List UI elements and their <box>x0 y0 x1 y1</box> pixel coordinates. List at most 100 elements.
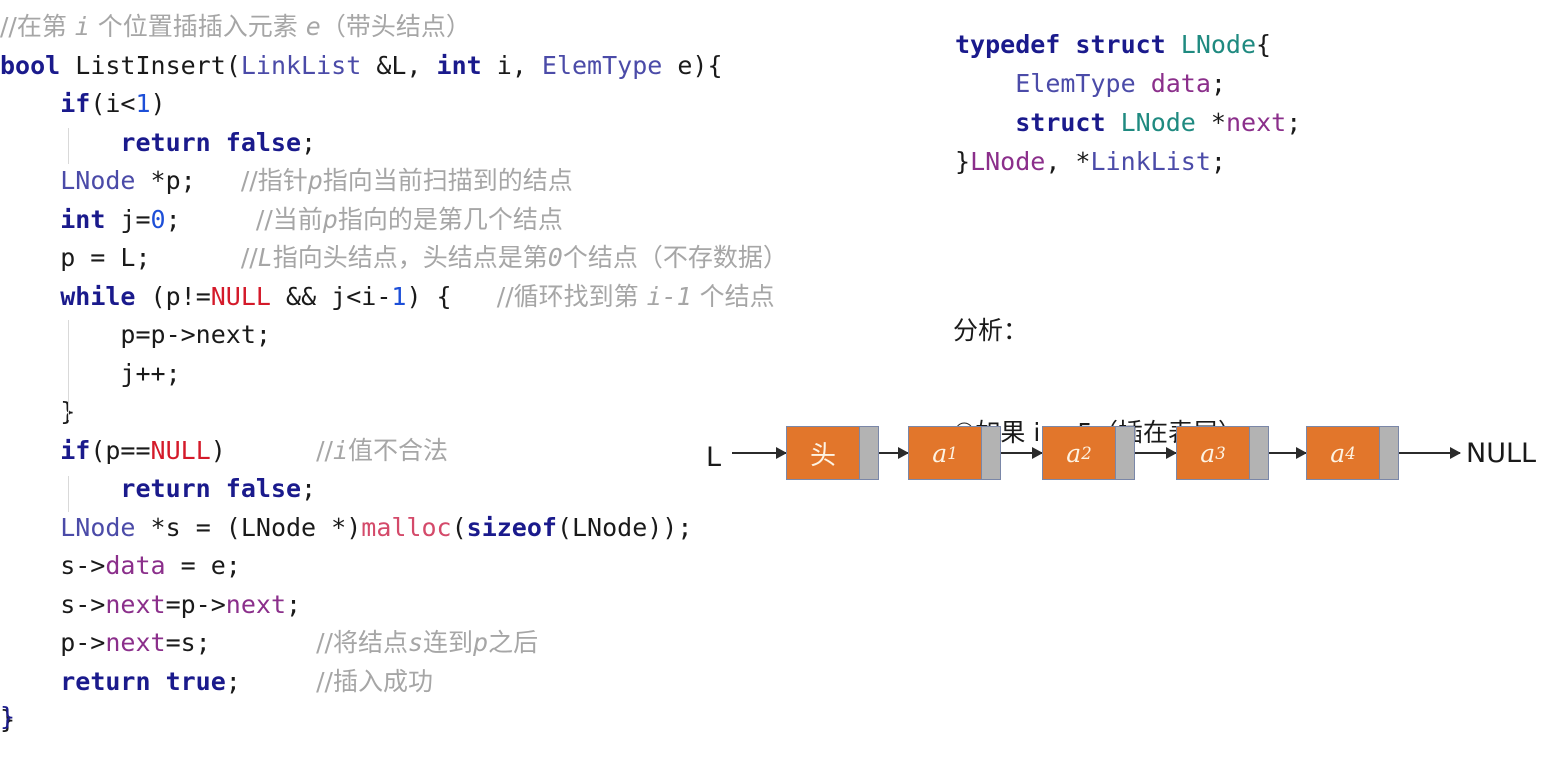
node-a4: a4 <box>1306 426 1399 480</box>
code-token: next <box>225 589 287 619</box>
code-token: ElemType <box>541 50 663 80</box>
code-token: i <box>332 435 349 465</box>
arrow-a3-to-a4 <box>1268 447 1307 459</box>
code-line-typedef-open: typedef struct LNode{ <box>955 25 1301 64</box>
code-line-assign-p-L: p = L; //L指向头结点，头结点是第0个结点（不存数据） <box>0 239 900 278</box>
code-token: s <box>407 628 424 657</box>
code-token: (i< <box>90 89 136 118</box>
node-a4-subscript: 4 <box>1345 443 1356 463</box>
code-token: p <box>322 204 338 234</box>
code-line-p-advance: p=p->next; <box>0 316 900 355</box>
node-head-data-cell: 头 <box>787 427 859 479</box>
code-token: (p== <box>90 435 151 465</box>
code-token: } <box>0 397 76 426</box>
code-token: ; <box>301 127 317 157</box>
code-token: data <box>1150 69 1211 98</box>
code-token: { <box>1256 30 1272 59</box>
code-token: ) <box>210 435 317 465</box>
code-token: ElemType <box>1015 69 1136 98</box>
code-token: typedef struct <box>955 30 1166 59</box>
code-token: LNode <box>970 147 1046 176</box>
code-line-malloc-s: LNode *s = (LNode *)malloc(sizeof(LNode)… <box>0 509 900 548</box>
code-line-while-loop: while (p!=NULL && j<i-1) { //循环找到第 i-1 个… <box>0 278 900 317</box>
code-token: =p-> <box>165 589 226 619</box>
code-line-comment-header: //在第 i 个位置插插入元素 e（带头结点） <box>0 8 900 47</box>
code-token: return false <box>120 127 302 157</box>
code-token: int <box>60 204 106 234</box>
code-line-if-i-lt-1: if(i<1) <box>0 85 900 124</box>
code-token: 1 <box>391 281 407 311</box>
arrow-L-to-head <box>732 447 787 459</box>
left-edge-clipped-glyph: } <box>0 702 16 731</box>
code-token: ; <box>165 204 256 234</box>
code-line-s-data-assign: s->data = e; <box>0 547 900 586</box>
code-token: ) { <box>406 281 497 311</box>
code-token: //当前 <box>255 204 323 234</box>
code-token: j= <box>105 204 151 234</box>
code-token: ; <box>286 589 302 619</box>
code-token: LNode <box>60 512 136 542</box>
code-token: //循环找到第 <box>496 281 647 311</box>
arrow-head-to-a1 <box>878 447 909 459</box>
code-token: return false <box>120 474 302 503</box>
code-token: if <box>60 435 91 465</box>
code-line-field-next: struct LNode *next; <box>955 103 1301 142</box>
code-token: //指针 <box>240 166 308 195</box>
null-terminator-label: NULL <box>1466 438 1537 469</box>
node-a3: a3 <box>1176 426 1269 480</box>
node-a1-subscript: 1 <box>947 443 958 463</box>
code-token: next <box>105 628 166 657</box>
code-token: * <box>1195 108 1226 137</box>
code-token: ) <box>150 89 166 118</box>
code-token: &L, <box>361 50 437 80</box>
code-token: 个结点 <box>691 281 775 311</box>
code-token: s-> <box>0 551 106 580</box>
code-token: ( <box>451 512 467 542</box>
code-token: p <box>473 628 489 657</box>
code-token: 1 <box>135 89 151 118</box>
code-token: ; <box>1210 147 1226 176</box>
code-token: (LNode)); <box>556 512 693 542</box>
code-token: struct <box>1015 108 1106 137</box>
linked-list-diagram: L NULL 头 a1 a2 a3 a4 <box>706 414 1546 504</box>
code-token: 之后 <box>488 628 539 657</box>
code-token: 0 <box>150 204 166 234</box>
code-token: // <box>240 243 258 272</box>
node-a2: a2 <box>1042 426 1135 480</box>
code-token: ; <box>225 666 317 696</box>
code-token: p = L; <box>0 243 241 272</box>
node-head-pointer-cell <box>859 427 878 479</box>
node-a3-data-cell: a3 <box>1177 427 1249 479</box>
code-token: e){ <box>662 50 723 80</box>
node-a1-data-cell: a1 <box>909 427 981 479</box>
code-token: 指向的是第几个结点 <box>337 204 563 234</box>
code-token: && j<i- <box>270 281 392 311</box>
indent-guide-2 <box>68 320 69 420</box>
code-token: int <box>436 50 482 80</box>
code-token: i, <box>481 50 542 80</box>
code-token: ; <box>1210 69 1226 98</box>
code-token: *s = (LNode *) <box>135 512 362 542</box>
code-token: p=p->next; <box>0 320 271 349</box>
code-line-func-signature: bool ListInsert(LinkList &L, int i, Elem… <box>0 47 900 86</box>
code-token: malloc <box>361 512 452 542</box>
arrow-a2-to-a3 <box>1134 447 1177 459</box>
code-line-decl-p: LNode *p; //指针p指向当前扫描到的结点 <box>0 162 900 201</box>
code-token: LinkList <box>240 50 362 80</box>
node-a4-pointer-cell <box>1379 427 1398 479</box>
code-token: = e; <box>165 551 241 580</box>
node-a2-data-cell: a2 <box>1043 427 1115 479</box>
node-a2-pointer-cell <box>1115 427 1134 479</box>
code-token: LNode <box>1120 108 1196 137</box>
code-token: =s; <box>165 628 317 657</box>
code-token: 指向当前扫描到的结点 <box>322 166 573 195</box>
